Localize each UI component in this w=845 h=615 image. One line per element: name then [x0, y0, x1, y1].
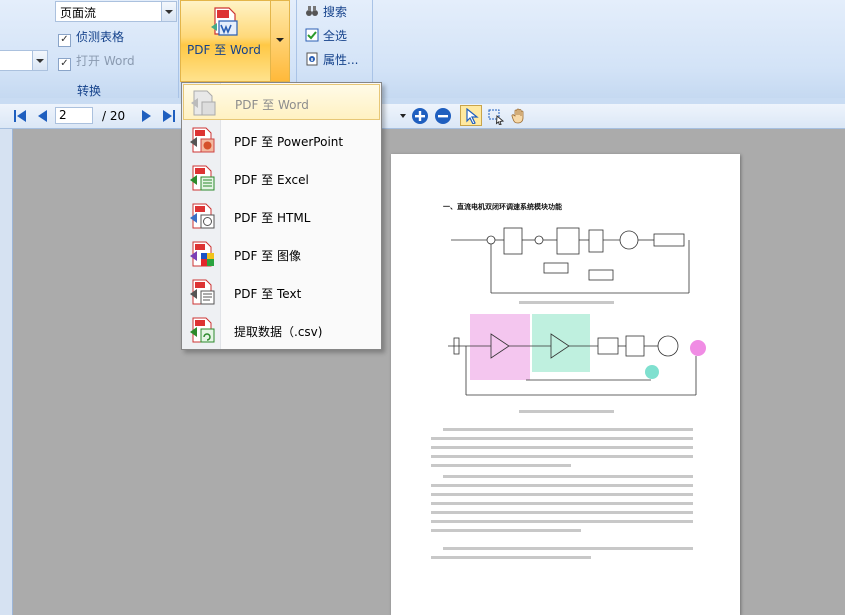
csv-extract-icon [190, 317, 215, 343]
next-page-icon[interactable] [140, 108, 154, 124]
menu-item-pdf-to-html[interactable]: PDF 至 HTML [183, 198, 380, 234]
block-diagram-figure [451, 227, 690, 294]
text-line [431, 493, 693, 496]
detect-table-checkbox[interactable]: ✓ 侦测表格 [58, 28, 124, 47]
first-page-icon[interactable] [12, 108, 28, 124]
image-convert-icon [190, 241, 214, 267]
ribbon: 页面流 ✓ 侦测表格 ✓ 打开 Word 转换 PDF 至 Word 搜索 全选 属… [0, 0, 845, 99]
zoom-out-icon[interactable] [434, 107, 452, 125]
open-word-checkbox[interactable]: ✓ 打开 Word [58, 52, 135, 71]
text-line [443, 475, 693, 478]
convert-dropdown-arrow[interactable] [270, 1, 289, 81]
select-all-icon [305, 28, 319, 42]
group-divider [178, 0, 179, 98]
hand-tool-icon[interactable] [510, 107, 528, 125]
last-page-icon[interactable] [161, 108, 177, 124]
left-combo[interactable] [0, 50, 48, 71]
text-line [431, 484, 693, 487]
cursor-arrow-icon [466, 108, 479, 124]
left-side-panel[interactable] [0, 129, 13, 615]
pdf-to-word-icon [211, 7, 238, 36]
pdf-to-word-label: PDF 至 Word [187, 43, 261, 57]
text-line [431, 511, 693, 514]
menu-item-label: PDF 至 Excel [234, 173, 309, 187]
select-all-button[interactable]: 全选 [305, 27, 347, 44]
figure-caption-line [519, 410, 614, 413]
zoom-in-icon[interactable] [411, 107, 429, 125]
figure-caption-line [519, 301, 614, 304]
convert-dropdown-menu: PDF 至 Word PDF 至 PowerPoint PDF 至 Excel … [181, 82, 382, 350]
detect-table-label: 侦测表格 [76, 30, 125, 44]
properties-icon [306, 52, 318, 66]
menu-item-pdf-to-powerpoint[interactable]: PDF 至 PowerPoint [183, 122, 380, 158]
powerpoint-convert-icon [190, 127, 215, 153]
checkbox-check-icon[interactable]: ✓ [58, 58, 71, 71]
snapshot-tool-icon[interactable] [487, 107, 505, 125]
html-convert-icon [190, 203, 215, 229]
current-page-input[interactable]: 2 [55, 107, 93, 124]
chevron-down-icon[interactable] [32, 51, 47, 70]
menu-item-extract-csv[interactable]: 提取数据（.csv) [183, 312, 380, 348]
text-line [431, 520, 693, 523]
text-line [443, 547, 693, 550]
select-tool-button[interactable] [460, 105, 482, 126]
chevron-down-icon[interactable] [161, 2, 176, 21]
menu-item-pdf-to-word[interactable]: PDF 至 Word [183, 84, 380, 120]
circuit-figure [448, 314, 706, 396]
navigation-toolbar: 2 / 20 [0, 104, 845, 129]
select-all-label: 全选 [323, 29, 348, 43]
menu-item-label: PDF 至 Word [235, 98, 309, 112]
text-line [431, 437, 693, 440]
pdf-to-word-button[interactable]: PDF 至 Word [180, 0, 290, 82]
open-word-label: 打开 Word [76, 54, 135, 68]
search-label: 搜索 [323, 5, 348, 19]
text-line [431, 502, 693, 505]
checkbox-check-icon[interactable]: ✓ [58, 34, 71, 47]
menu-item-label: PDF 至 HTML [234, 211, 311, 225]
excel-convert-icon [190, 165, 215, 191]
properties-label: 属性... [323, 53, 359, 67]
menu-item-pdf-to-image[interactable]: PDF 至 图像 [183, 236, 380, 272]
properties-button[interactable]: 属性... [305, 51, 358, 68]
text-line [431, 529, 581, 532]
page-count: / 20 [102, 109, 126, 123]
text-line [431, 455, 693, 458]
document-page: 一、直流电机双闭环调速系统模块功能 [391, 154, 740, 615]
menu-item-label: PDF 至 图像 [234, 249, 302, 263]
page-layout-value: 页面流 [60, 6, 97, 20]
menu-item-label: PDF 至 Text [234, 287, 302, 301]
word-convert-icon [191, 90, 216, 116]
convert-group-label: 转换 [76, 84, 101, 98]
menu-item-pdf-to-excel[interactable]: PDF 至 Excel [183, 160, 380, 196]
previous-page-icon[interactable] [35, 108, 49, 124]
zoom-dropdown-arrow[interactable] [400, 114, 406, 118]
menu-item-label: 提取数据（.csv) [234, 325, 323, 339]
text-line [443, 428, 693, 431]
menu-item-pdf-to-text[interactable]: PDF 至 Text [183, 274, 380, 310]
binoculars-icon [306, 6, 318, 16]
search-button[interactable]: 搜索 [305, 3, 347, 20]
menu-item-label: PDF 至 PowerPoint [234, 135, 344, 149]
page-layout-combo[interactable]: 页面流 [55, 1, 177, 22]
text-line [431, 556, 591, 559]
document-heading: 一、直流电机双闭环调速系统模块功能 [443, 203, 562, 211]
text-line [431, 446, 693, 449]
text-line [431, 464, 571, 467]
text-convert-icon [190, 279, 215, 305]
